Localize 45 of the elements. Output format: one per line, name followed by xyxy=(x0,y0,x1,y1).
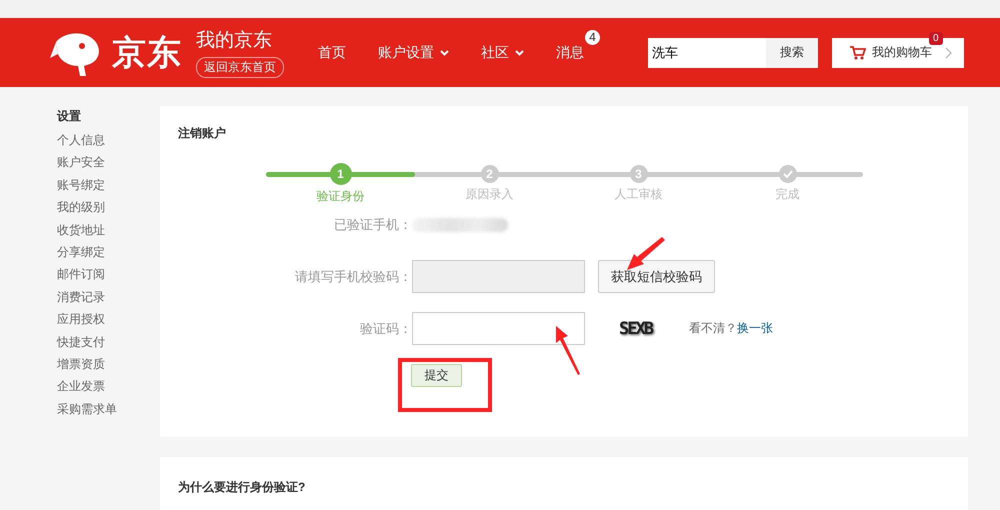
nav-item[interactable]: 账户设置 xyxy=(378,44,449,62)
step-circle: 1 xyxy=(330,163,352,185)
sidebar-item[interactable]: 增票资质 xyxy=(57,353,160,376)
captcha-hint: 看不清？换一张 xyxy=(688,320,773,337)
step-label: 完成 xyxy=(776,186,800,203)
sidebar-heading: 设置 xyxy=(57,108,82,125)
sidebar-item[interactable]: 采购需求单 xyxy=(57,398,160,420)
step-label: 原因录入 xyxy=(466,186,514,203)
nav-item[interactable]: 首页 xyxy=(318,44,346,62)
annotation-arrow xyxy=(556,326,580,375)
captcha-image: SEXB xyxy=(619,318,652,338)
sidebar-item[interactable]: 快捷支付 xyxy=(57,330,160,354)
sidebar-item[interactable]: 分享绑定 xyxy=(57,241,160,264)
sidebar-item[interactable]: 邮件订阅 xyxy=(57,263,160,286)
message-count-badge: 4 xyxy=(585,30,600,44)
refresh-captcha-link[interactable]: 换一张 xyxy=(736,321,773,335)
submit-button[interactable]: 提交 xyxy=(411,364,462,387)
page-title: 我的京东 xyxy=(196,29,272,53)
get-sms-code-button[interactable]: 获取短信校验码 xyxy=(598,260,715,293)
sidebar-item[interactable]: 企业发票 xyxy=(57,375,160,398)
captcha-field[interactable] xyxy=(412,312,585,345)
sidebar-item[interactable]: 账号绑定 xyxy=(57,174,160,196)
search-button[interactable]: 搜索 xyxy=(766,38,818,68)
search-field[interactable]: 洗车 xyxy=(648,38,766,68)
sidebar-item[interactable]: 我的级别 xyxy=(57,196,160,219)
step-label: 人工审核 xyxy=(614,186,662,203)
sidebar-item[interactable]: 收货地址 xyxy=(57,218,160,242)
check-icon xyxy=(782,170,792,178)
card-title: 注销账户 xyxy=(178,125,227,142)
field-label: 验证码： xyxy=(359,320,412,338)
nav-item[interactable]: 社区 xyxy=(481,44,524,62)
logo-text[interactable]: 京东 xyxy=(112,30,182,76)
home-link[interactable]: 返回京东首页 xyxy=(196,57,284,78)
field-label: 已验证手机： xyxy=(333,216,412,234)
step-label: 验证身份 xyxy=(316,188,364,205)
cart-count-badge: 0 xyxy=(929,32,943,44)
annotation-arrow xyxy=(627,237,665,270)
sidebar-item[interactable]: 消费记录 xyxy=(57,286,160,308)
sidebar-item[interactable]: 账户安全 xyxy=(57,151,160,174)
faq-title: 为什么要进行身份验证? xyxy=(178,479,306,496)
field-label: 请填写手机校验码： xyxy=(294,268,412,286)
cart-icon xyxy=(850,46,866,60)
sidebar-item[interactable]: 应用授权 xyxy=(57,308,160,331)
chevron-right-icon xyxy=(945,46,952,58)
sidebar-item[interactable]: 个人信息 xyxy=(57,129,160,152)
